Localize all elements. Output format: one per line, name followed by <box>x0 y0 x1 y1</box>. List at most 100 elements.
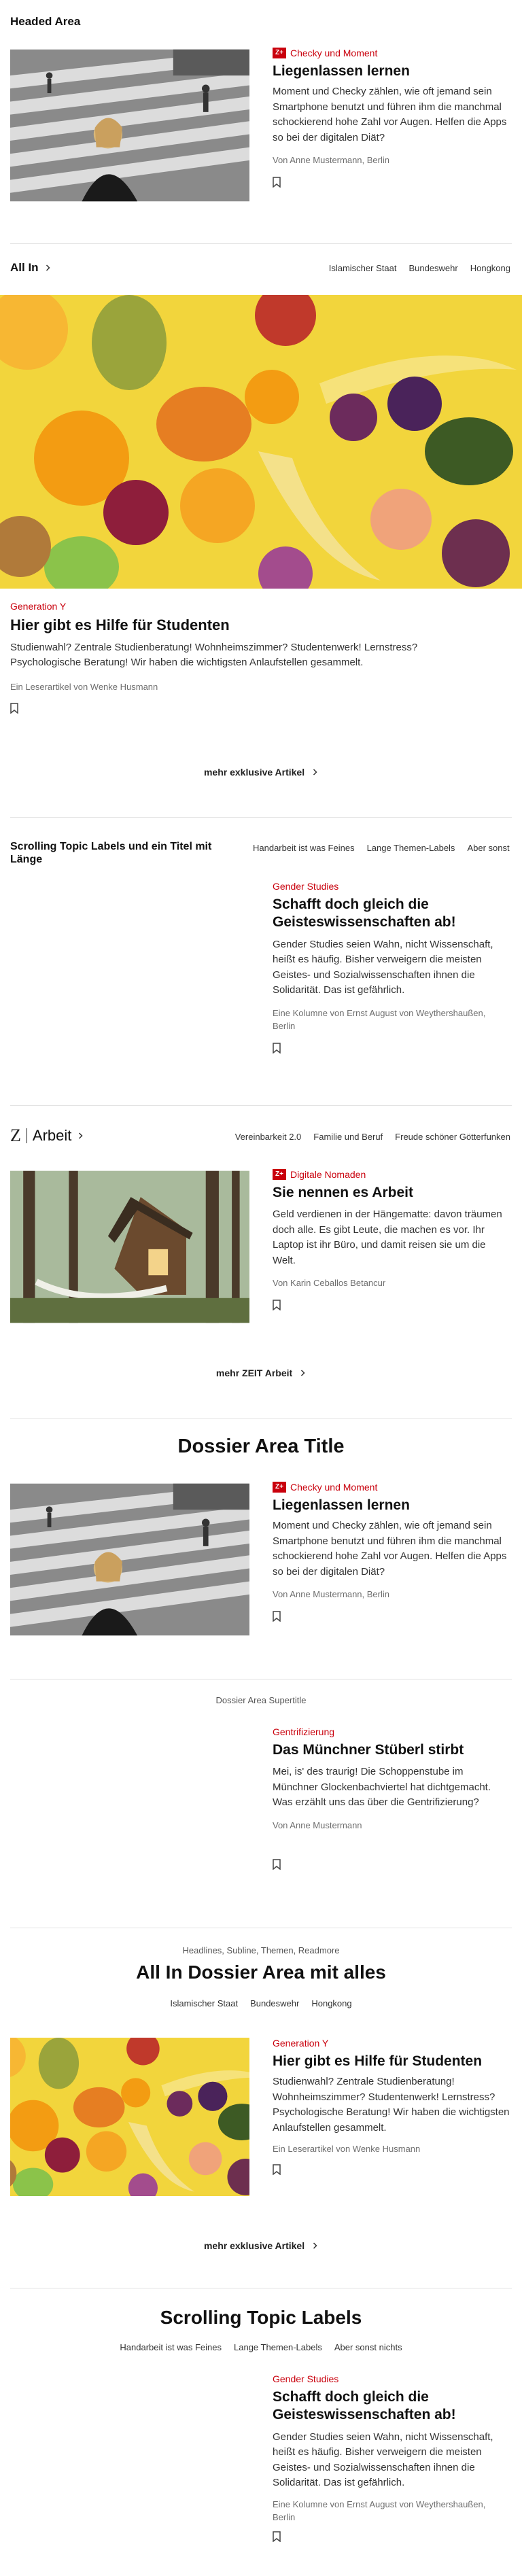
tag-item[interactable]: Freude schöner Götterfunken <box>395 1132 510 1142</box>
bookmark-icon[interactable] <box>273 2530 281 2542</box>
article-kicker[interactable]: Gentrifizierung <box>273 1726 510 1737</box>
article-teaser-text: Geld verdienen in der Hängematte: davon … <box>273 1208 502 1266</box>
more-link-label: mehr ZEIT Arbeit <box>215 1368 293 1378</box>
article-headline[interactable]: Schafft doch gleich die Geisteswissensch… <box>273 896 510 932</box>
article-headline[interactable]: Liegenlassen lernen <box>273 63 510 80</box>
article-byline: Von Anne Mustermann, Berlin <box>273 155 389 166</box>
article-kicker[interactable]: Generation Y <box>10 601 512 612</box>
article-byline: Ein Leserartikel von Wenke Husmann <box>273 2144 421 2155</box>
tag-item[interactable]: Islamischer Staat <box>170 1998 238 2008</box>
topic-tags-scrolling-centered: Handarbeit ist was Feines Lange Themen-L… <box>0 2342 522 2352</box>
bookmark-icon[interactable] <box>273 1859 281 1870</box>
divider <box>10 243 512 244</box>
article-kicker[interactable]: Generation Y <box>273 2038 510 2049</box>
more-articles-link[interactable]: mehr exklusive Artikel <box>0 2240 522 2251</box>
article-byline: Eine Kolumne von Ernst August von Weythe… <box>273 2499 486 2523</box>
tag-item[interactable]: Lange Themen-Labels <box>367 843 455 853</box>
bookmark-icon[interactable] <box>273 1042 281 1054</box>
article-teaser-4: Z+ Digitale Nomaden Sie nennen es Arbeit … <box>273 1169 510 1314</box>
section-header-all-in[interactable]: All In <box>10 261 51 275</box>
article-headline[interactable]: Hier gibt es Hilfe für Studenten <box>273 2053 510 2070</box>
article-teaser-text: Moment und Checky zählen, wie oft jemand… <box>273 1520 507 1578</box>
divider <box>10 1105 512 1106</box>
article-image-crosswalk[interactable] <box>10 1480 249 1639</box>
article-teaser-text: Mei, is' des traurig! Die Schoppenstube … <box>273 1766 491 1809</box>
article-kicker[interactable]: Gender Studies <box>273 881 510 892</box>
tag-item[interactable]: Hongkong <box>470 263 510 273</box>
section-title-arbeit: Arbeit <box>32 1127 72 1144</box>
article-teaser-3: Gender Studies Schafft doch gleich die G… <box>273 881 510 1057</box>
chevron-right-icon <box>46 264 50 271</box>
chevron-right-icon <box>79 1132 83 1139</box>
tag-item[interactable]: Lange Themen-Labels <box>234 2342 322 2352</box>
article-kicker[interactable]: Gender Studies <box>273 2373 510 2384</box>
article-byline: Eine Kolumne von Ernst August von Weythe… <box>273 1007 486 1032</box>
bookmark-icon[interactable] <box>273 177 281 188</box>
bookmark-icon[interactable] <box>273 2164 281 2175</box>
article-byline: Von Karin Ceballos Betancur <box>273 1278 386 1289</box>
section-title-dossier: Dossier Area Title <box>177 1435 345 1457</box>
zplus-badge: Z+ <box>273 1169 286 1180</box>
section-title-scrolling-topic-labels: Scrolling Topic Labels <box>160 2307 362 2328</box>
article-teaser-text: Studienwahl? Zentrale Studienberatung! W… <box>273 2076 510 2134</box>
more-link-label: mehr exklusive Artikel <box>203 767 305 778</box>
tag-item[interactable]: Bundeswehr <box>408 263 457 273</box>
article-teaser-text: Gender Studies seien Wahn, nicht Wissens… <box>273 938 493 996</box>
article-headline[interactable]: Sie nennen es Arbeit <box>273 1184 510 1202</box>
article-image-fruits[interactable] <box>10 2038 249 2196</box>
section-title-headed-area: Headed Area <box>10 15 81 28</box>
tag-item[interactable]: Handarbeit ist was Feines <box>253 843 355 853</box>
tag-item[interactable]: Aber sonst nichts <box>334 2342 402 2352</box>
tag-item[interactable]: Hongkong <box>311 1998 351 2008</box>
divider <box>10 817 512 818</box>
tag-item[interactable]: Familie und Beruf <box>313 1132 383 1142</box>
article-teaser-text: Studienwahl? Zentrale Studienberatung! W… <box>10 641 418 669</box>
tag-item[interactable]: Vereinbarkeit 2.0 <box>235 1132 302 1142</box>
topic-tags-arbeit: Vereinbarkeit 2.0 Familie und Beruf Freu… <box>235 1132 510 1142</box>
article-image-fruits[interactable] <box>0 295 522 589</box>
bookmark-icon[interactable] <box>10 703 18 714</box>
tag-item[interactable]: Bundeswehr <box>250 1998 299 2008</box>
section-title-all-in-dossier: All In Dossier Area mit alles <box>136 1962 386 1983</box>
chevron-right-icon <box>313 769 317 776</box>
section-supertitle-all-in-dossier: Headlines, Subline, Themen, Readmore <box>182 1945 340 1955</box>
article-teaser-6: Gentrifizierung Das Münchner Stüberl sti… <box>273 1726 510 1873</box>
tag-item[interactable]: Handarbeit ist was Feines <box>120 2342 222 2352</box>
article-headline[interactable]: Schafft doch gleich die Geisteswissensch… <box>273 2388 510 2424</box>
article-headline[interactable]: Das Münchner Stüberl stirbt <box>273 1741 510 1759</box>
article-byline: Von Anne Mustermann <box>273 1820 362 1830</box>
section-title-all-in: All In <box>10 261 39 274</box>
section-title-scrolling-topics: Scrolling Topic Labels und ein Titel mit… <box>10 841 212 866</box>
article-headline[interactable]: Hier gibt es Hilfe für Studenten <box>10 616 512 635</box>
more-link-label: mehr exklusive Artikel <box>203 2240 305 2251</box>
chevron-right-icon <box>300 1370 305 1376</box>
bookmark-icon[interactable] <box>273 1611 281 1622</box>
more-arbeit-link[interactable]: mehr ZEIT Arbeit <box>0 1368 522 1378</box>
zplus-badge: Z+ <box>273 1482 286 1493</box>
tag-item[interactable]: Aber sonst <box>467 843 509 853</box>
article-teaser-text: Gender Studies seien Wahn, nicht Wissens… <box>273 2431 493 2489</box>
article-teaser-2: Generation Y Hier gibt es Hilfe für Stud… <box>10 601 512 717</box>
tag-item[interactable]: Islamischer Staat <box>329 263 397 273</box>
more-articles-link[interactable]: mehr exklusive Artikel <box>0 767 522 778</box>
article-teaser-8: Gender Studies Schafft doch gleich die G… <box>273 2373 510 2545</box>
article-teaser-1: Z+ Checky und Moment Liegenlassen lernen … <box>273 48 510 191</box>
zeit-logo-icon: Z <box>10 1126 21 1145</box>
zplus-badge: Z+ <box>273 48 286 58</box>
article-teaser-7: Generation Y Hier gibt es Hilfe für Stud… <box>273 2038 510 2178</box>
bookmark-icon[interactable] <box>273 1300 281 1310</box>
topic-tags-all-in: Islamischer Staat Bundeswehr Hongkong <box>329 263 510 273</box>
article-headline[interactable]: Liegenlassen lernen <box>273 1497 510 1514</box>
article-kicker[interactable]: Z+ Checky und Moment <box>273 48 510 58</box>
article-byline: Ein Leserartikel von Wenke Husmann <box>10 681 158 692</box>
article-kicker[interactable]: Z+ Checky und Moment <box>273 1482 510 1493</box>
section-supertitle-dossier: Dossier Area Supertitle <box>215 1695 307 1705</box>
article-image-crosswalk[interactable] <box>10 46 249 205</box>
chevron-right-icon <box>313 2242 317 2249</box>
section-header-arbeit[interactable]: Z Arbeit <box>10 1126 84 1146</box>
article-byline: Von Anne Mustermann, Berlin <box>273 1589 389 1600</box>
topic-tags-scrolling: Handarbeit ist was Feines Lange Themen-L… <box>253 843 510 853</box>
article-kicker[interactable]: Z+ Digitale Nomaden <box>273 1169 510 1180</box>
article-image-forest[interactable] <box>10 1168 249 1326</box>
article-teaser-text: Moment und Checky zählen, wie oft jemand… <box>273 86 507 143</box>
